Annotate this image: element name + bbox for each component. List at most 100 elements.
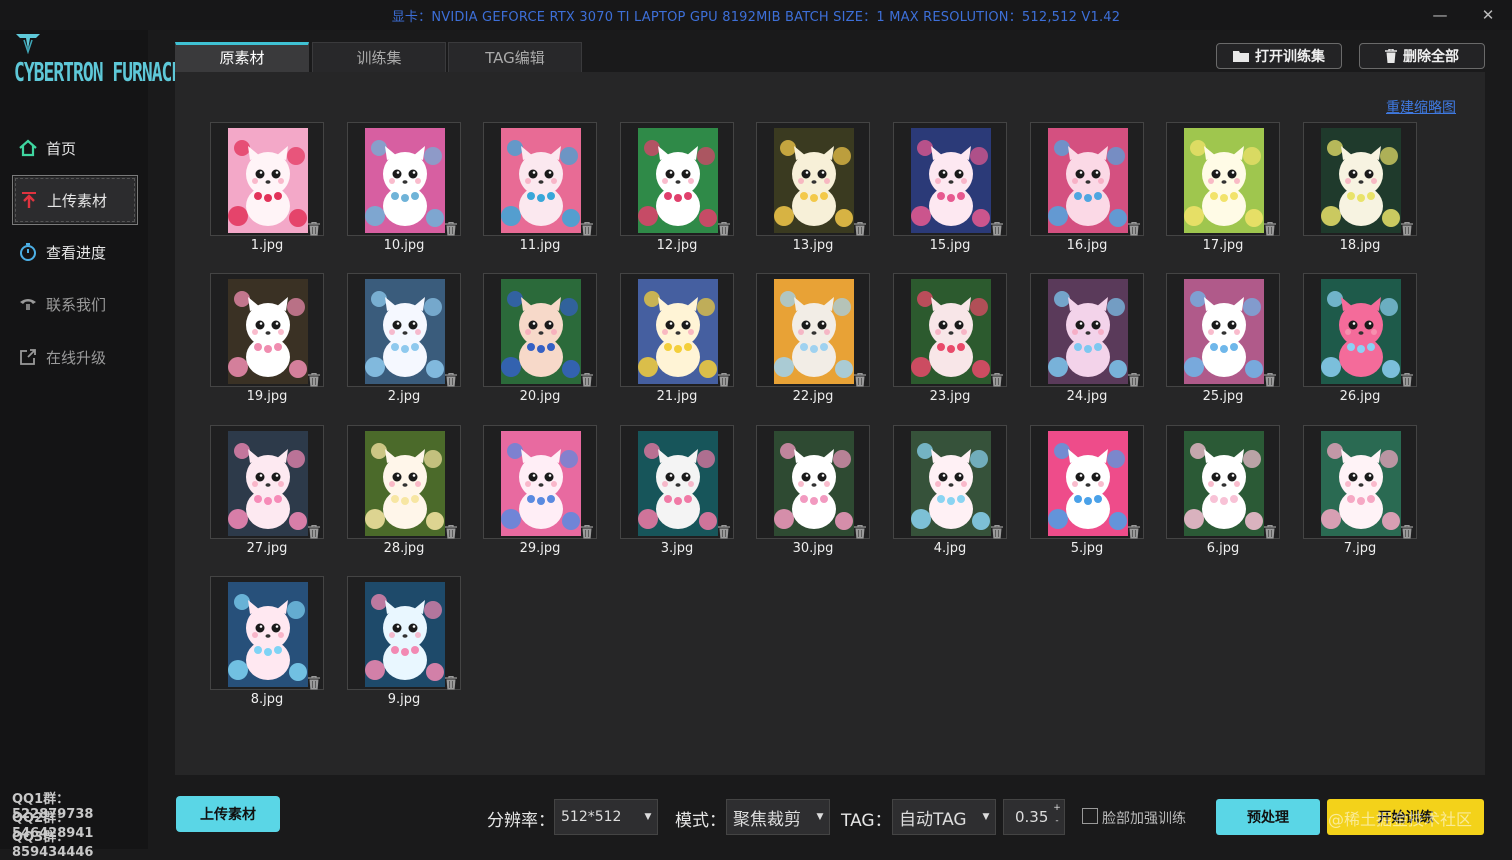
image-thumbnail[interactable]	[756, 122, 870, 236]
tab-training-set[interactable]: 训练集	[312, 42, 446, 72]
resolution-select[interactable]: 512*512 ▼	[554, 799, 658, 835]
thumbnail-image	[365, 279, 445, 384]
spin-arrows-icon[interactable]: + -	[1052, 802, 1062, 828]
thumbnail-image	[228, 582, 308, 687]
image-thumbnail[interactable]	[483, 273, 597, 387]
image-thumbnail[interactable]	[620, 122, 734, 236]
thumbnail-image	[638, 128, 718, 233]
sidebar-item-contact[interactable]: 联系我们	[12, 280, 136, 328]
image-thumbnail[interactable]	[756, 273, 870, 387]
title-bar: 显卡：NVIDIA GEFORCE RTX 3070 TI LAPTOP GPU…	[0, 0, 1512, 30]
rebuild-thumbnails-link[interactable]: 重建缩略图	[1386, 97, 1456, 117]
trash-icon[interactable]	[991, 221, 1005, 236]
thumbnail-image	[1048, 431, 1128, 536]
image-filename: 3.jpg	[660, 541, 694, 556]
sidebar-item-upgrade[interactable]: 在线升级	[12, 333, 136, 381]
image-thumbnail[interactable]	[1303, 122, 1417, 236]
folder-icon	[1233, 50, 1249, 62]
trash-icon[interactable]	[1128, 372, 1142, 387]
image-thumbnail[interactable]	[620, 425, 734, 539]
trash-icon[interactable]	[1128, 524, 1142, 539]
close-button[interactable]: ✕	[1476, 4, 1500, 26]
resolution-label: 分辨率：	[487, 811, 555, 831]
trash-icon[interactable]	[1264, 372, 1278, 387]
image-thumbnail[interactable]	[347, 122, 461, 236]
image-thumbnail[interactable]	[483, 122, 597, 236]
tab-tag-edit[interactable]: TAG编辑	[448, 42, 582, 72]
delete-all-button[interactable]: 删除全部	[1359, 43, 1485, 69]
trash-icon[interactable]	[718, 221, 732, 236]
image-thumbnail[interactable]	[1166, 122, 1280, 236]
trash-icon[interactable]	[581, 524, 595, 539]
upload-materials-button[interactable]: 上传素材	[176, 796, 280, 832]
mode-select[interactable]: 聚焦裁剪 ▼	[726, 799, 830, 835]
image-thumbnail[interactable]	[1030, 425, 1144, 539]
watermark-text: @稀土掘金技术社区	[1328, 810, 1473, 829]
trash-icon[interactable]	[581, 372, 595, 387]
trash-icon[interactable]	[445, 372, 459, 387]
image-thumbnail[interactable]	[1303, 273, 1417, 387]
tag-select[interactable]: 自动TAG ▼	[892, 799, 996, 835]
thumbnail-image	[1184, 128, 1264, 233]
image-thumbnail[interactable]	[1166, 425, 1280, 539]
image-thumbnail[interactable]	[210, 122, 324, 236]
thumbnail-image	[638, 431, 718, 536]
trash-icon[interactable]	[308, 675, 322, 690]
trash-icon[interactable]	[1264, 524, 1278, 539]
threshold-spinbox[interactable]: 0.35 + -	[1003, 799, 1065, 835]
thumbnail-image	[365, 582, 445, 687]
tab-raw-materials[interactable]: 原素材	[175, 42, 309, 72]
trash-icon[interactable]	[445, 524, 459, 539]
trash-icon[interactable]	[581, 221, 595, 236]
image-filename: 2.jpg	[387, 389, 421, 404]
image-thumbnail[interactable]	[347, 425, 461, 539]
trash-icon[interactable]	[1128, 221, 1142, 236]
image-thumbnail[interactable]	[1303, 425, 1417, 539]
image-filename: 30.jpg	[792, 541, 834, 556]
trash-icon[interactable]	[854, 221, 868, 236]
minimize-button[interactable]: —	[1428, 4, 1452, 26]
thumbnail-image	[1048, 128, 1128, 233]
image-thumbnail[interactable]	[756, 425, 870, 539]
sidebar-item-label: 在线升级	[46, 348, 107, 367]
image-thumbnail[interactable]	[893, 425, 1007, 539]
thumbnail-image	[911, 279, 991, 384]
image-thumbnail[interactable]	[210, 576, 324, 690]
trash-icon[interactable]	[1401, 524, 1415, 539]
sidebar-item-home[interactable]: 首页	[12, 124, 136, 172]
trash-icon[interactable]	[991, 524, 1005, 539]
image-thumbnail[interactable]	[1030, 122, 1144, 236]
trash-icon[interactable]	[854, 372, 868, 387]
image-thumbnail[interactable]	[893, 273, 1007, 387]
open-training-set-button[interactable]: 打开训练集	[1216, 43, 1342, 69]
trash-icon[interactable]	[718, 524, 732, 539]
image-filename: 12.jpg	[656, 238, 698, 253]
sidebar-item-progress[interactable]: 查看进度	[12, 228, 136, 276]
image-thumbnail[interactable]	[1030, 273, 1144, 387]
image-thumbnail[interactable]	[483, 425, 597, 539]
image-thumbnail[interactable]	[347, 576, 461, 690]
trash-icon[interactable]	[445, 675, 459, 690]
trash-icon[interactable]	[1401, 372, 1415, 387]
image-thumbnail[interactable]	[620, 273, 734, 387]
trash-icon[interactable]	[991, 372, 1005, 387]
image-thumbnail[interactable]	[893, 122, 1007, 236]
trash-icon[interactable]	[1401, 221, 1415, 236]
sidebar-item-label: 联系我们	[46, 295, 107, 314]
trash-icon[interactable]	[308, 524, 322, 539]
sidebar-item-upload[interactable]: 上传素材	[12, 175, 138, 225]
trash-icon[interactable]	[445, 221, 459, 236]
image-thumbnail[interactable]	[210, 425, 324, 539]
trash-icon[interactable]	[854, 524, 868, 539]
trash-icon[interactable]	[308, 221, 322, 236]
phone-icon	[16, 292, 40, 316]
trash-icon[interactable]	[1264, 221, 1278, 236]
trash-icon[interactable]	[308, 372, 322, 387]
image-thumbnail[interactable]	[347, 273, 461, 387]
image-thumbnail[interactable]	[1166, 273, 1280, 387]
image-thumbnail[interactable]	[210, 273, 324, 387]
preprocess-button[interactable]: 预处理	[1216, 799, 1320, 835]
trash-icon[interactable]	[718, 372, 732, 387]
face-enhance-checkbox[interactable]	[1082, 808, 1098, 824]
sidebar-item-label: 上传素材	[47, 191, 108, 210]
